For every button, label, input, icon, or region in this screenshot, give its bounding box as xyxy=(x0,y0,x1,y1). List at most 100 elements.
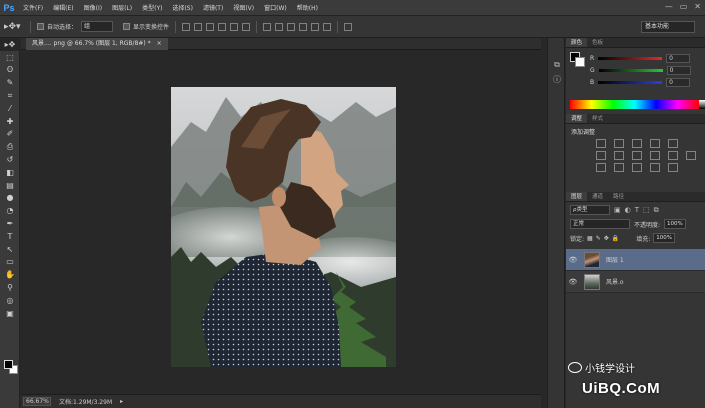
close-icon[interactable]: ✕ xyxy=(694,2,701,11)
minimize-icon[interactable]: — xyxy=(665,2,673,11)
lock-position-icon[interactable]: ✥ xyxy=(604,235,609,242)
filter-adjust-icon[interactable]: ◐ xyxy=(625,206,631,214)
lasso-tool-icon[interactable]: ʘ xyxy=(0,64,20,77)
shape-tool-icon[interactable]: ▭ xyxy=(0,256,20,269)
zoom-tool-icon[interactable]: ⚲ xyxy=(0,281,20,294)
red-value-input[interactable]: 0 xyxy=(666,53,691,63)
menu-image[interactable]: 图像(I) xyxy=(79,3,107,12)
blue-slider[interactable] xyxy=(598,80,663,84)
distribute-top-icon[interactable] xyxy=(263,22,272,31)
filter-pixel-icon[interactable]: ▣ xyxy=(614,206,621,214)
align-top-icon[interactable] xyxy=(182,22,191,31)
menu-help[interactable]: 帮助(H) xyxy=(292,3,323,12)
blend-mode-dropdown[interactable]: 正常 xyxy=(570,219,630,229)
visibility-eye-icon[interactable]: 👁 xyxy=(566,278,580,286)
dodge-tool-icon[interactable]: ◔ xyxy=(0,204,20,217)
info-panel-icon[interactable]: ⓘ xyxy=(548,72,566,86)
gradient-tool-icon[interactable]: ▤ xyxy=(0,179,20,192)
tab-styles[interactable]: 样式 xyxy=(587,114,608,123)
channel-mixer-icon[interactable] xyxy=(668,151,678,160)
menu-window[interactable]: 窗口(W) xyxy=(259,3,292,12)
photo-filter-icon[interactable] xyxy=(650,151,660,160)
menu-select[interactable]: 选择(S) xyxy=(167,3,198,12)
blue-value-input[interactable]: 0 xyxy=(666,77,691,87)
zoom-level-field[interactable]: 66.67% xyxy=(23,397,51,406)
filter-smart-icon[interactable]: ⧉ xyxy=(654,206,659,215)
selective-color-icon[interactable] xyxy=(668,163,678,172)
brightness-icon[interactable] xyxy=(596,139,606,148)
distribute-left-icon[interactable] xyxy=(299,22,308,31)
tab-layers[interactable]: 图层 xyxy=(566,192,588,201)
tab-color[interactable]: 颜色 xyxy=(566,38,588,47)
status-arrow-icon[interactable]: ▸ xyxy=(120,398,123,405)
filter-shape-icon[interactable]: ⬚ xyxy=(643,206,650,214)
filter-type-icon[interactable]: T xyxy=(635,206,639,214)
visibility-eye-icon[interactable]: 👁 xyxy=(566,256,580,264)
move-tool-icon[interactable]: ▸✥ xyxy=(0,38,20,51)
invert-icon[interactable] xyxy=(596,163,606,172)
tab-paths[interactable]: 路径 xyxy=(608,192,629,201)
black-white-icon[interactable] xyxy=(632,151,642,160)
hue-saturation-icon[interactable] xyxy=(596,151,606,160)
lock-transparent-icon[interactable]: ▦ xyxy=(587,235,593,242)
layer-row-background[interactable]: 👁 风景.o xyxy=(566,271,705,293)
document-tab[interactable]: 风景.... png @ 66.7% (图层 1, RGB/8#) * × xyxy=(26,38,168,50)
move-tool-preset-icon[interactable]: ▸✥▾ xyxy=(4,20,24,34)
lock-all-icon[interactable]: 🔒 xyxy=(612,235,619,242)
document-canvas-image[interactable] xyxy=(171,87,396,367)
clone-stamp-tool-icon[interactable]: ⎙ xyxy=(0,140,20,153)
fill-input[interactable]: 100% xyxy=(653,233,676,243)
auto-select-dropdown[interactable]: 组 xyxy=(81,21,114,32)
distribute-hcenter-icon[interactable] xyxy=(311,22,320,31)
show-transform-checkbox[interactable]: 显示变换控件 xyxy=(123,22,169,31)
restore-icon[interactable]: ▭ xyxy=(680,2,688,11)
layer-name[interactable]: 图层 1 xyxy=(606,255,624,264)
curves-icon[interactable] xyxy=(632,139,642,148)
blur-tool-icon[interactable]: ● xyxy=(0,192,20,205)
color-spectrum-ramp[interactable] xyxy=(570,100,705,109)
opacity-input[interactable]: 100% xyxy=(664,219,687,229)
distribute-right-icon[interactable] xyxy=(323,22,332,31)
panel-background-swatch[interactable] xyxy=(575,57,585,67)
pen-tool-icon[interactable]: ✒ xyxy=(0,217,20,230)
quick-select-tool-icon[interactable]: ✎ xyxy=(0,76,20,89)
menu-edit[interactable]: 编辑(E) xyxy=(48,3,78,12)
layer-row-layer1[interactable]: 👁 图层 1 xyxy=(566,249,705,271)
color-lookup-icon[interactable] xyxy=(686,151,696,160)
eraser-tool-icon[interactable]: ◧ xyxy=(0,166,20,179)
menu-view[interactable]: 视图(V) xyxy=(228,3,259,12)
menu-filter[interactable]: 滤镜(T) xyxy=(198,3,228,12)
tab-channels[interactable]: 通道 xyxy=(587,192,608,201)
foreground-color-swatch[interactable] xyxy=(4,360,13,369)
color-balance-icon[interactable] xyxy=(614,151,624,160)
layer-name[interactable]: 风景.o xyxy=(606,277,624,286)
auto-select-checkbox[interactable]: 自动选择： xyxy=(37,22,77,31)
align-vcenter-icon[interactable] xyxy=(194,22,203,31)
menu-type[interactable]: 类型(Y) xyxy=(137,3,167,12)
menu-file[interactable]: 文件(F) xyxy=(18,3,48,12)
align-hcenter-icon[interactable] xyxy=(230,22,239,31)
green-value-input[interactable]: 0 xyxy=(666,65,691,75)
tab-swatches[interactable]: 色板 xyxy=(587,38,608,47)
close-tab-icon[interactable]: × xyxy=(157,40,162,47)
checkbox-icon[interactable] xyxy=(123,23,131,30)
lock-pixels-icon[interactable]: ✎ xyxy=(596,235,601,242)
hand-tool-icon[interactable]: ✋ xyxy=(0,268,20,281)
align-bottom-icon[interactable] xyxy=(206,22,215,31)
levels-icon[interactable] xyxy=(614,139,624,148)
exposure-icon[interactable] xyxy=(650,139,660,148)
checkbox-icon[interactable] xyxy=(37,23,44,30)
vibrance-icon[interactable] xyxy=(668,139,678,148)
marquee-tool-icon[interactable]: ⬚ xyxy=(0,51,20,64)
history-panel-icon[interactable]: ⧉ xyxy=(548,58,566,72)
history-brush-tool-icon[interactable]: ↺ xyxy=(0,153,20,166)
menu-layer[interactable]: 图层(L) xyxy=(107,3,137,12)
distribute-bottom-icon[interactable] xyxy=(287,22,296,31)
grayscale-ramp[interactable] xyxy=(699,100,705,109)
crop-tool-icon[interactable]: ⌗ xyxy=(0,89,20,102)
workspace-dropdown[interactable]: 基本功能 xyxy=(641,21,695,33)
distribute-vcenter-icon[interactable] xyxy=(275,22,284,31)
gradient-map-icon[interactable] xyxy=(650,163,660,172)
posterize-icon[interactable] xyxy=(614,163,624,172)
document-info[interactable]: 文档:1.29M/3.29M xyxy=(59,397,112,406)
